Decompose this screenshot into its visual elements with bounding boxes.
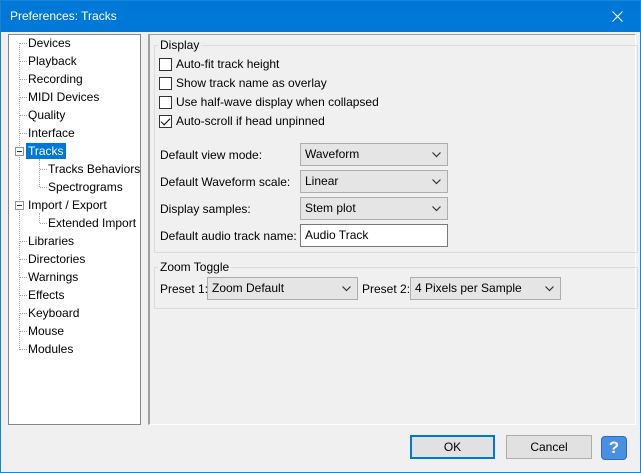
auto-fit-checkbox[interactable] <box>159 57 172 71</box>
display-samples-value: Stem plot <box>305 201 356 215</box>
tree-item-playback[interactable]: Playback <box>26 53 79 69</box>
help-icon: ? <box>608 438 620 457</box>
preferences-tree[interactable]: Devices Playback Recording MIDI Devices … <box>8 34 141 425</box>
import-export-collapse-icon[interactable] <box>15 201 24 210</box>
tree-item-warnings[interactable]: Warnings <box>26 269 80 285</box>
display-group-title: Display <box>158 38 202 52</box>
tree-item-tracks-behaviors[interactable]: Tracks Behaviors <box>46 161 142 177</box>
tracks-collapse-icon[interactable] <box>15 147 24 156</box>
tree-item-libraries[interactable]: Libraries <box>26 233 76 249</box>
close-button[interactable] <box>594 1 640 32</box>
half-wave-label: Use half-wave display when collapsed <box>176 95 379 109</box>
tree-item-directories[interactable]: Directories <box>26 251 87 267</box>
track-name-label: Default audio track name: <box>160 229 297 243</box>
view-mode-label: Default view mode: <box>160 148 263 162</box>
preset1-select[interactable]: Zoom Default <box>207 277 358 300</box>
tree-item-quality[interactable]: Quality <box>26 107 67 123</box>
tree-item-mouse[interactable]: Mouse <box>26 323 66 339</box>
auto-fit-label: Auto-fit track height <box>176 57 280 71</box>
show-track-name-checkbox-row[interactable]: Show track name as overlay <box>159 75 327 91</box>
preferences-window: Preferences: Tracks Devices Playback Rec… <box>0 0 641 473</box>
view-mode-value: Waveform <box>305 147 360 161</box>
preset2-select[interactable]: 4 Pixels per Sample <box>410 277 561 300</box>
auto-scroll-checkbox[interactable] <box>159 114 172 128</box>
half-wave-checkbox-row[interactable]: Use half-wave display when collapsed <box>159 94 379 110</box>
zoom-toggle-group-title: Zoom Toggle <box>158 260 232 274</box>
help-button[interactable]: ? <box>601 436 627 460</box>
preset2-label: Preset 2: <box>362 282 411 296</box>
view-mode-select[interactable]: Waveform <box>300 143 448 166</box>
tree-item-effects[interactable]: Effects <box>26 287 66 303</box>
ok-button[interactable]: OK <box>410 435 495 459</box>
waveform-scale-value: Linear <box>305 174 339 188</box>
auto-scroll-label: Auto-scroll if head unpinned <box>176 114 325 128</box>
tracks-panel: Display Auto-fit track height Show track… <box>148 34 638 425</box>
waveform-scale-select[interactable]: Linear <box>300 170 448 193</box>
display-samples-label: Display samples: <box>160 202 251 216</box>
tree-item-tracks[interactable]: Tracks <box>26 143 66 159</box>
preset1-value: Zoom Default <box>212 281 285 295</box>
window-title: Preferences: Tracks <box>10 9 117 23</box>
preset1-label: Preset 1: <box>160 282 209 296</box>
tree-item-recording[interactable]: Recording <box>26 71 85 87</box>
chevron-down-icon <box>432 179 441 185</box>
title-bar[interactable]: Preferences: Tracks <box>1 1 640 32</box>
chevron-down-icon <box>545 286 554 292</box>
tree-item-spectrograms[interactable]: Spectrograms <box>46 179 125 195</box>
auto-fit-checkbox-row[interactable]: Auto-fit track height <box>159 56 279 72</box>
preset2-value: 4 Pixels per Sample <box>415 281 522 295</box>
auto-scroll-checkbox-row[interactable]: Auto-scroll if head unpinned <box>159 113 325 129</box>
tree-item-devices[interactable]: Devices <box>26 35 73 51</box>
display-samples-select[interactable]: Stem plot <box>300 197 448 220</box>
tree-item-modules[interactable]: Modules <box>26 341 75 357</box>
track-name-input[interactable]: Audio Track <box>300 224 448 247</box>
waveform-scale-label: Default Waveform scale: <box>160 175 291 189</box>
half-wave-checkbox[interactable] <box>159 95 172 109</box>
chevron-down-icon <box>342 286 351 292</box>
cancel-button[interactable]: Cancel <box>506 435 592 459</box>
chevron-down-icon <box>432 206 441 212</box>
tree-item-import-export[interactable]: Import / Export <box>26 197 109 213</box>
show-track-name-label: Show track name as overlay <box>176 76 327 90</box>
show-track-name-checkbox[interactable] <box>159 76 172 90</box>
chevron-down-icon <box>432 152 441 158</box>
tree-item-extended-import[interactable]: Extended Import <box>46 215 138 231</box>
tree-item-interface[interactable]: Interface <box>26 125 77 141</box>
tree-item-midi-devices[interactable]: MIDI Devices <box>26 89 101 105</box>
tree-item-keyboard[interactable]: Keyboard <box>26 305 81 321</box>
close-icon <box>611 11 623 22</box>
